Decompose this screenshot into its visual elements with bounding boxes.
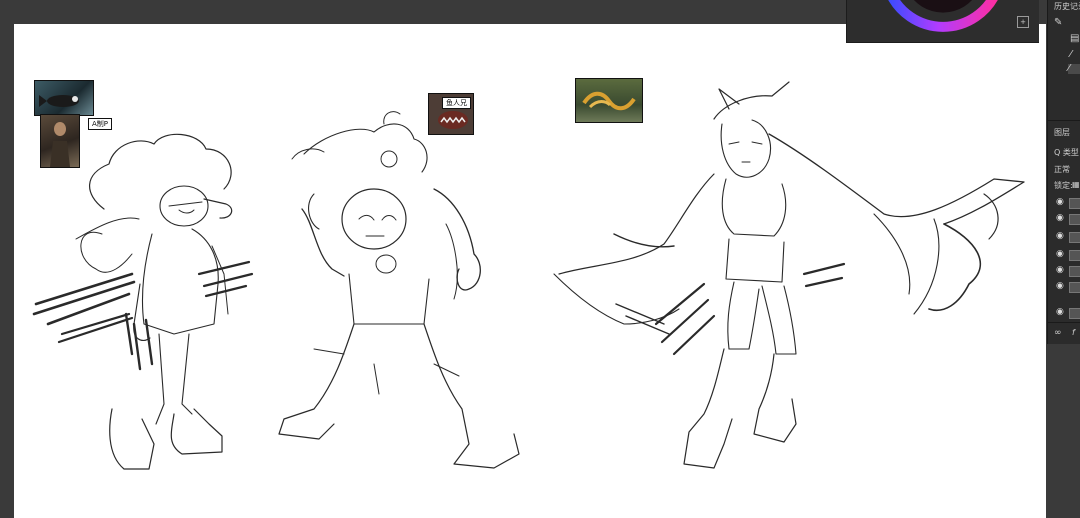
layers-tab[interactable]: 图层 [1054, 127, 1070, 138]
right-dock: 历史记录 ✎ ▤ ⁄ ⁄ 图层 Q 类型 正常 锁定: ▦ ◉ ◉ ◉ ◉ ◉ … [1047, 0, 1080, 344]
visibility-eye-icon[interactable]: ◉ [1056, 232, 1064, 241]
drawing-canvas[interactable]: A制P 鱼人兄 [14, 24, 1046, 518]
visibility-eye-icon[interactable]: ◉ [1056, 282, 1064, 291]
visibility-eye-icon[interactable]: ◉ [1056, 250, 1064, 259]
visibility-eye-icon[interactable]: ◉ [1056, 266, 1064, 275]
sketch-character-1 [32, 133, 254, 470]
visibility-eye-icon[interactable]: ◉ [1056, 198, 1064, 207]
layer-thumbnail[interactable] [1069, 266, 1080, 277]
layer-thumbnail[interactable] [1069, 198, 1080, 209]
document-icon[interactable]: ▤ [1070, 34, 1079, 44]
link-layers-icon[interactable]: ∞ [1054, 328, 1062, 338]
layer-thumbnail[interactable] [1069, 214, 1080, 225]
layer-thumbnail[interactable] [1069, 250, 1080, 261]
sketch-character-2 [278, 111, 520, 469]
expand-panel-button[interactable]: + [1017, 16, 1029, 28]
brush-icon-active[interactable]: ⁄ [1068, 64, 1080, 74]
layer-thumbnail[interactable] [1069, 308, 1080, 319]
layer-thumbnail[interactable] [1069, 282, 1080, 293]
photoshop-workspace: A制P 鱼人兄 + 历史记 ✎ ▤ ⁄ ⁄ 图层 Q 类型 正常 锁定: ▦ ◉… [0, 0, 1080, 518]
sketch-character-3 [553, 81, 1025, 469]
character-sketches [32, 81, 1025, 470]
color-wheel-icon[interactable] [847, 0, 1039, 42]
layer-filter-search[interactable]: Q 类型 [1054, 147, 1079, 158]
color-wheel-panel[interactable]: + [846, 0, 1039, 43]
blend-mode-select[interactable]: 正常 [1054, 164, 1070, 175]
brush-icon[interactable]: ⁄ [1070, 50, 1072, 60]
fx-icon[interactable]: f [1072, 328, 1075, 338]
layer-thumbnail[interactable] [1069, 232, 1080, 243]
lock-grid-icon[interactable]: ▦ [1072, 180, 1080, 190]
history-panel-title: 历史记录 [1054, 2, 1080, 11]
brush-history-icon[interactable]: ✎ [1054, 18, 1062, 28]
visibility-eye-icon[interactable]: ◉ [1056, 308, 1064, 317]
lock-label: 锁定: [1054, 181, 1073, 190]
visibility-eye-icon[interactable]: ◉ [1056, 214, 1064, 223]
